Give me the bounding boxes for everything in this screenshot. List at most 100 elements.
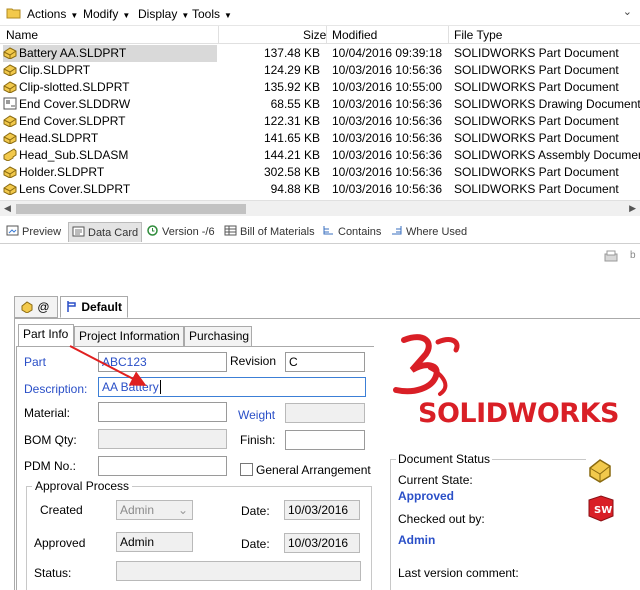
command-toolbar: Actions ▼ Modify ▼ Display ▼ Tools ▼ ⌄ — [0, 0, 640, 26]
file-row[interactable]: Lens Cover.SLDPRT 94.88 KB 10/03/2016 10:5… — [0, 181, 640, 198]
created-label: Created — [40, 503, 83, 517]
folder-icon — [6, 6, 22, 22]
toolbar-overflow-icon[interactable]: b — [630, 250, 636, 261]
scroll-right-icon[interactable]: ▶ — [629, 203, 636, 214]
checked-out-label: Checked out by: — [398, 512, 485, 526]
finish-field[interactable] — [285, 430, 365, 450]
card-toolbar: b — [0, 246, 640, 268]
file-row[interactable]: Battery AA.SLDPRT 137.48 KB 10/04/2016 09:… — [0, 45, 640, 62]
file-list-header: Name Size Modified File Type — [0, 26, 640, 44]
finish-label: Finish: — [240, 433, 276, 447]
file-name: Battery AA.SLDPRT — [19, 46, 127, 60]
scrollbar-thumb[interactable] — [16, 204, 246, 214]
config-tab-at[interactable]: @ — [14, 296, 58, 318]
file-name-cell[interactable]: Clip-slotted.SLDPRT — [3, 79, 217, 96]
preview-icon — [6, 225, 19, 236]
file-name: Head.SLDPRT — [19, 131, 99, 145]
file-size: 302.58 KB — [263, 165, 320, 179]
file-name-cell[interactable]: Head_Sub.SLDASM — [3, 147, 217, 164]
part-icon — [3, 165, 19, 179]
file-row[interactable]: Clip.SLDPRT 124.29 KB 10/03/2016 10:56:36 S… — [0, 62, 640, 79]
status-label: Status: — [34, 566, 72, 580]
tab-where-used[interactable]: Where Used — [390, 222, 467, 242]
display-menu[interactable]: Display ▼ — [138, 6, 189, 22]
tab-contains[interactable]: Contains — [322, 222, 381, 242]
column-modified[interactable]: Modified — [332, 28, 377, 42]
file-row[interactable]: Head_Sub.SLDASM 144.21 KB 10/03/2016 10:56… — [0, 147, 640, 164]
file-modified: 10/03/2016 10:56:36 — [332, 131, 443, 145]
file-name-cell[interactable]: Lens Cover.SLDPRT — [3, 181, 217, 198]
file-size: 141.65 KB — [263, 131, 320, 145]
contains-icon — [323, 226, 333, 235]
file-type: SOLIDWORKS Part Document — [454, 80, 619, 94]
file-row[interactable]: Clip-slotted.SLDPRT 135.92 KB 10/03/2016 1… — [0, 79, 640, 96]
tab-project-information[interactable]: Project Information — [74, 326, 184, 347]
file-name-cell[interactable]: Holder.SLDPRT — [3, 164, 217, 181]
description-field[interactable]: AA Battery — [98, 377, 366, 397]
created-date-label: Date: — [241, 504, 270, 518]
part-icon — [3, 63, 19, 77]
pdm-no-label: PDM No.: — [24, 459, 77, 473]
file-size: 68.55 KB — [270, 97, 320, 111]
approval-process-legend: Approval Process — [32, 479, 133, 493]
pdm-no-field[interactable] — [98, 456, 227, 476]
column-file-type[interactable]: File Type — [454, 28, 502, 42]
file-modified: 10/03/2016 10:56:36 — [332, 97, 443, 111]
file-name-cell[interactable]: End Cover.SLDDRW — [3, 96, 217, 113]
svg-text:SW: SW — [594, 505, 612, 516]
config-tab-default[interactable]: Default — [60, 296, 128, 318]
file-modified: 10/03/2016 10:56:36 — [332, 182, 443, 196]
file-type: SOLIDWORKS Part Document — [454, 131, 619, 145]
file-row[interactable]: End Cover.SLDPRT 122.31 KB 10/03/2016 10:5… — [0, 113, 640, 130]
file-name-cell[interactable]: Head.SLDPRT — [3, 130, 217, 147]
tab-bill-of-materials[interactable]: Bill of Materials — [224, 222, 315, 242]
part-icon — [3, 80, 19, 94]
file-modified: 10/03/2016 10:56:36 — [332, 148, 443, 162]
part-field[interactable]: ABC123 — [98, 352, 227, 372]
tab-purchasing[interactable]: Purchasing — [184, 326, 252, 347]
file-row[interactable]: End Cover.SLDDRW 68.55 KB 10/03/2016 10:56… — [0, 96, 640, 113]
general-arrangement-label: General Arrangement — [256, 463, 371, 477]
created-by-select: Admin ⌄ — [116, 500, 193, 520]
part-icon — [3, 46, 19, 60]
revision-label: Revision — [230, 354, 277, 368]
file-row[interactable]: Head.SLDPRT 141.65 KB 10/03/2016 10:56:36 S… — [0, 130, 640, 147]
approved-label: Approved — [34, 536, 86, 550]
file-size: 144.21 KB — [263, 148, 320, 162]
tools-menu[interactable]: Tools ▼ — [192, 6, 232, 22]
file-size: 137.48 KB — [263, 46, 320, 60]
print-icon[interactable] — [604, 250, 618, 267]
file-name-cell[interactable]: Clip.SLDPRT — [3, 62, 217, 79]
solidworks-logo: SOLIDWORKS — [390, 330, 630, 440]
tab-data-card[interactable]: Data Card — [68, 222, 143, 242]
tab-preview[interactable]: Preview — [6, 222, 61, 242]
file-name-cell[interactable]: Battery AA.SLDPRT — [3, 45, 217, 62]
file-row[interactable]: Holder.SLDPRT 302.58 KB 10/03/2016 10:56:3… — [0, 164, 640, 181]
general-arrangement-checkbox[interactable] — [240, 463, 253, 476]
file-modified: 10/03/2016 10:56:36 — [332, 63, 443, 77]
file-type: SOLIDWORKS Drawing Document — [454, 97, 640, 111]
file-name: Clip.SLDPRT — [19, 63, 91, 77]
column-name[interactable]: Name — [6, 28, 38, 42]
revision-field[interactable]: C — [285, 352, 365, 372]
file-modified: 10/03/2016 10:55:00 — [332, 80, 443, 94]
file-name: Head_Sub.SLDASM — [19, 148, 129, 162]
actions-menu[interactable]: Actions ▼ — [27, 6, 78, 22]
scroll-left-icon[interactable]: ◀ — [4, 203, 11, 214]
tab-part-info[interactable]: Part Info — [18, 324, 74, 347]
material-field[interactable] — [98, 402, 227, 422]
last-version-comment-label: Last version comment: — [398, 566, 519, 580]
chevron-down-icon[interactable]: ⌄ — [623, 5, 632, 18]
file-type: SOLIDWORKS Part Document — [454, 63, 619, 77]
tab-version[interactable]: Version -/6 — [146, 222, 215, 242]
column-size[interactable]: Size — [303, 28, 326, 42]
file-type: SOLIDWORKS Part Document — [454, 182, 619, 196]
horizontal-scrollbar[interactable]: ◀ ▶ — [0, 200, 640, 216]
file-type: SOLIDWORKS Part Document — [454, 165, 619, 179]
drawing-icon — [3, 97, 19, 111]
file-name: Clip-slotted.SLDPRT — [19, 80, 130, 94]
file-name-cell[interactable]: End Cover.SLDPRT — [3, 113, 217, 130]
file-modified: 10/03/2016 10:56:36 — [332, 114, 443, 128]
file-modified: 10/03/2016 10:56:36 — [332, 165, 443, 179]
modify-menu[interactable]: Modify ▼ — [83, 6, 130, 22]
